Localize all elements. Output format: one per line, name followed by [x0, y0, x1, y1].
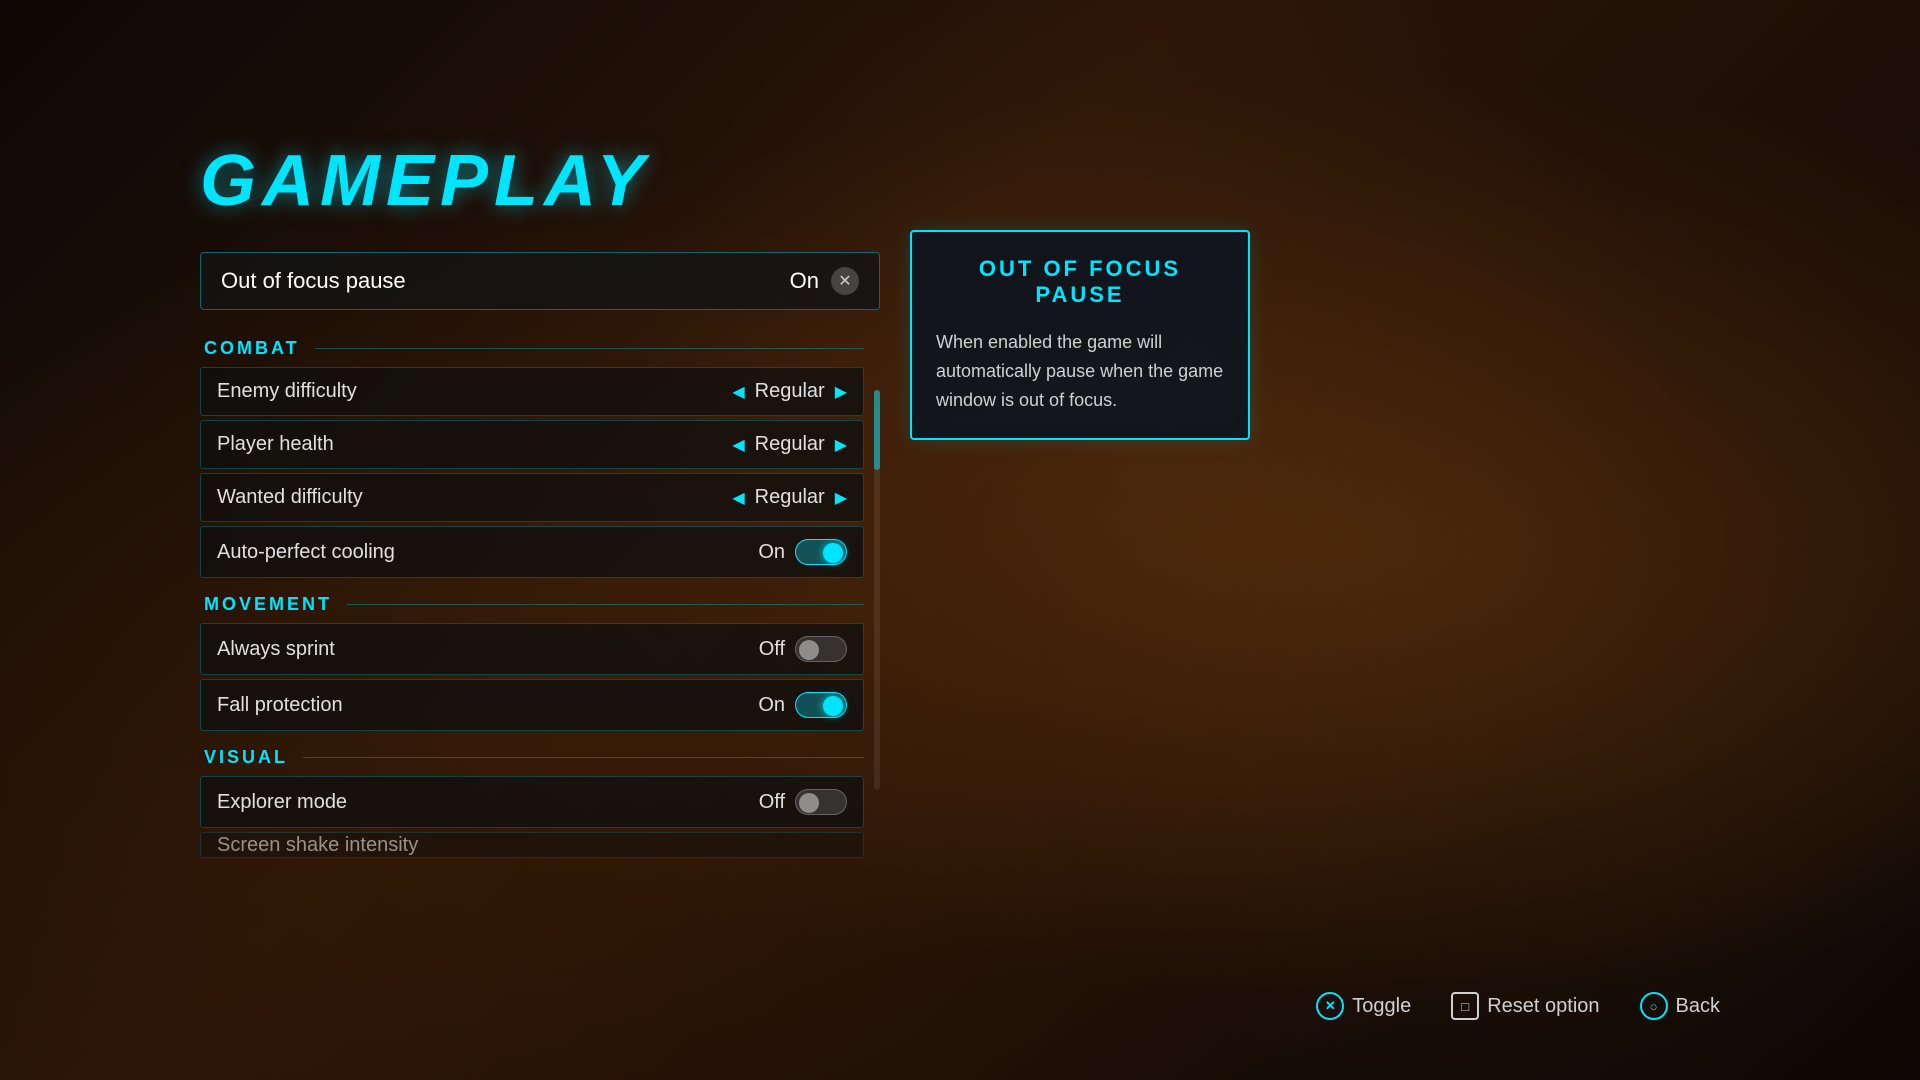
- explorer-mode-right: Off: [759, 789, 847, 815]
- enemy-difficulty-value: Regular: [755, 380, 825, 403]
- back-hint-label: Back: [1676, 995, 1720, 1018]
- explorer-mode-toggle[interactable]: [795, 789, 847, 815]
- back-icon: ○: [1640, 992, 1668, 1020]
- setting-row-always-sprint[interactable]: Always sprint Off: [200, 623, 864, 675]
- selected-setting-value: On: [790, 268, 819, 294]
- setting-row-auto-perfect-cooling[interactable]: Auto-perfect cooling On: [200, 526, 864, 578]
- wanted-difficulty-right: ◀ Regular ▶: [732, 486, 847, 509]
- explorer-mode-label: Explorer mode: [217, 791, 347, 814]
- always-sprint-label: Always sprint: [217, 638, 335, 661]
- wanted-difficulty-value: Regular: [755, 486, 825, 509]
- combat-settings-list: Enemy difficulty ◀ Regular ▶ Player heal…: [200, 367, 864, 578]
- player-health-value: Regular: [755, 433, 825, 456]
- setting-row-fall-protection[interactable]: Fall protection On: [200, 679, 864, 731]
- page-title: GAMEPLAY: [200, 140, 880, 222]
- visual-settings-list: Explorer mode Off Screen shake intensity: [200, 776, 864, 858]
- auto-perfect-cooling-knob: [823, 543, 843, 563]
- scrollbar-thumb: [874, 390, 880, 470]
- auto-perfect-cooling-toggle[interactable]: [795, 539, 847, 565]
- reset-icon: □: [1451, 992, 1479, 1020]
- player-health-label: Player health: [217, 433, 334, 456]
- arrow-left-health[interactable]: ◀: [732, 435, 744, 455]
- enemy-difficulty-right: ◀ Regular ▶: [732, 380, 847, 403]
- setting-row-wanted-difficulty[interactable]: Wanted difficulty ◀ Regular ▶: [200, 473, 864, 522]
- selected-setting-row[interactable]: Out of focus pause On ✕: [200, 252, 880, 310]
- info-panel-title: OUT OF FOCUS PAUSE: [936, 256, 1224, 308]
- hint-back: ○ Back: [1640, 992, 1720, 1020]
- hint-reset: □ Reset option: [1451, 992, 1599, 1020]
- always-sprint-knob: [799, 640, 819, 660]
- fall-protection-toggle[interactable]: [795, 692, 847, 718]
- always-sprint-right: Off: [759, 636, 847, 662]
- arrow-right-enemy[interactable]: ▶: [835, 382, 847, 402]
- fall-protection-label: Fall protection: [217, 694, 343, 717]
- fall-protection-value: On: [758, 694, 785, 717]
- fall-protection-right: On: [758, 692, 847, 718]
- arrow-left-wanted[interactable]: ◀: [732, 488, 744, 508]
- reset-hint-label: Reset option: [1487, 995, 1599, 1018]
- fall-protection-knob: [823, 696, 843, 716]
- arrow-right-health[interactable]: ▶: [835, 435, 847, 455]
- info-panel: OUT OF FOCUS PAUSE When enabled the game…: [910, 230, 1250, 440]
- main-content: GAMEPLAY Out of focus pause On ✕ COMBAT …: [0, 0, 1920, 1080]
- arrow-right-wanted[interactable]: ▶: [835, 488, 847, 508]
- left-panel: GAMEPLAY Out of focus pause On ✕ COMBAT …: [200, 140, 880, 858]
- section-header-visual: VISUAL: [200, 739, 864, 776]
- toggle-icon: ✕: [1316, 992, 1344, 1020]
- selected-setting-label: Out of focus pause: [221, 268, 406, 294]
- player-health-right: ◀ Regular ▶: [732, 433, 847, 456]
- arrow-left-enemy[interactable]: ◀: [732, 382, 744, 402]
- screen-shake-label: Screen shake intensity: [217, 834, 418, 857]
- explorer-mode-knob: [799, 793, 819, 813]
- auto-perfect-cooling-label: Auto-perfect cooling: [217, 541, 395, 564]
- section-header-movement: MOVEMENT: [200, 586, 864, 623]
- setting-row-explorer-mode[interactable]: Explorer mode Off: [200, 776, 864, 828]
- close-button[interactable]: ✕: [831, 267, 859, 295]
- setting-row-screen-shake: Screen shake intensity: [200, 832, 864, 858]
- hint-toggle: ✕ Toggle: [1316, 992, 1411, 1020]
- section-header-combat: COMBAT: [200, 330, 864, 367]
- selected-setting-right: On ✕: [790, 267, 859, 295]
- movement-settings-list: Always sprint Off Fall protection On: [200, 623, 864, 731]
- always-sprint-toggle[interactable]: [795, 636, 847, 662]
- auto-perfect-cooling-right: On: [758, 539, 847, 565]
- auto-perfect-cooling-value: On: [758, 541, 785, 564]
- scrollbar-track[interactable]: [874, 390, 880, 790]
- setting-row-player-health[interactable]: Player health ◀ Regular ▶: [200, 420, 864, 469]
- setting-row-enemy-difficulty[interactable]: Enemy difficulty ◀ Regular ▶: [200, 367, 864, 416]
- settings-container: COMBAT Enemy difficulty ◀ Regular ▶: [200, 330, 864, 858]
- toggle-hint-label: Toggle: [1352, 995, 1411, 1018]
- info-panel-description: When enabled the game will automatically…: [936, 328, 1224, 414]
- always-sprint-value: Off: [759, 638, 785, 661]
- explorer-mode-value: Off: [759, 791, 785, 814]
- bottom-hints: ✕ Toggle □ Reset option ○ Back: [1316, 992, 1720, 1020]
- enemy-difficulty-label: Enemy difficulty: [217, 380, 357, 403]
- wanted-difficulty-label: Wanted difficulty: [217, 486, 363, 509]
